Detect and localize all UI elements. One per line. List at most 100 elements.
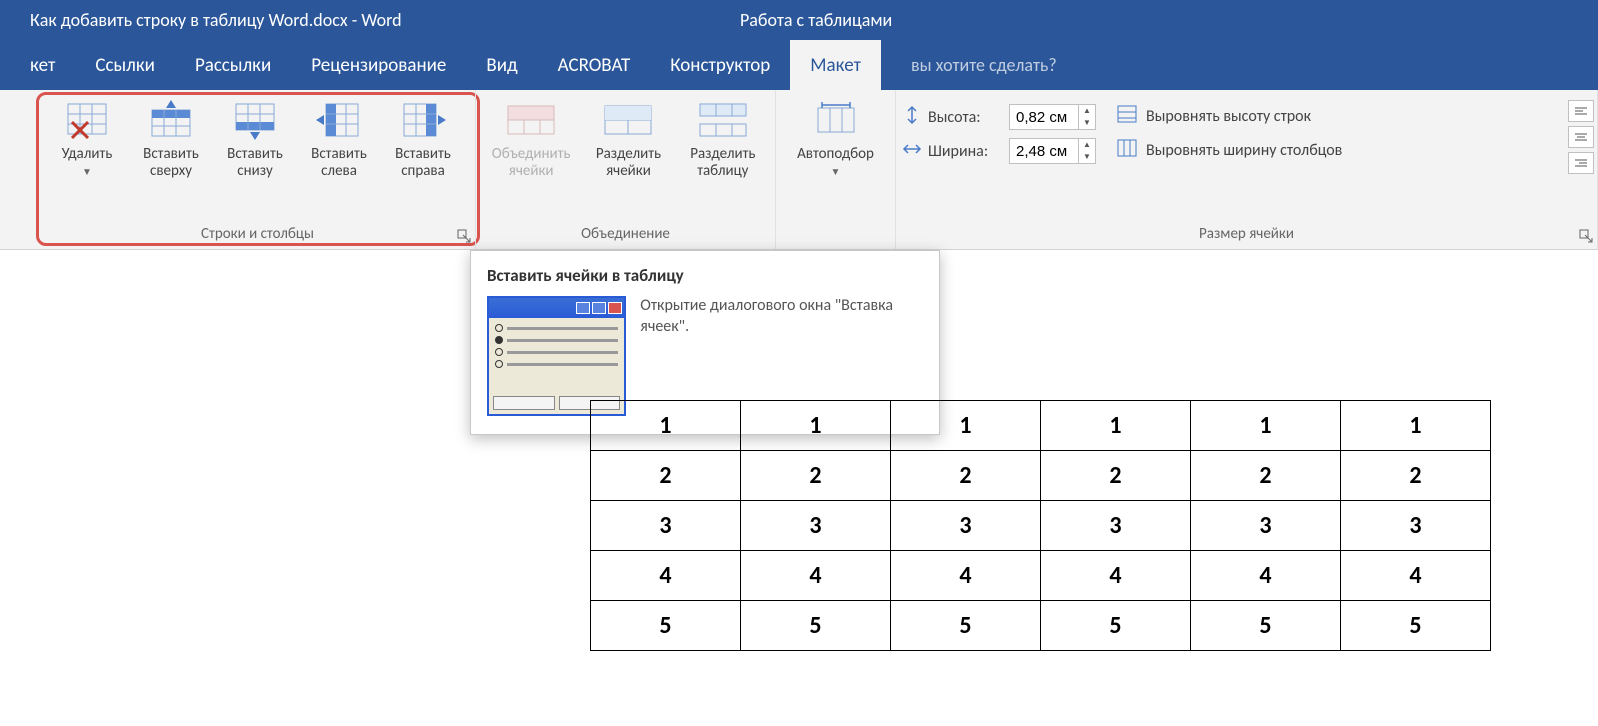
align-btn-1[interactable] xyxy=(1568,100,1594,122)
merge-cells-button: Объединить ячейки xyxy=(482,94,580,185)
table-cell[interactable]: 2 xyxy=(891,451,1041,501)
height-icon xyxy=(902,105,922,129)
insert-below-button[interactable]: Вставить снизу xyxy=(214,94,296,185)
insert-right-button[interactable]: Вставить справа xyxy=(382,94,464,185)
table-cell[interactable]: 4 xyxy=(591,551,741,601)
width-up[interactable]: ▲ xyxy=(1079,139,1095,151)
table-cell[interactable]: 4 xyxy=(1191,551,1341,601)
table-cell[interactable]: 3 xyxy=(891,501,1041,551)
table-cell[interactable]: 2 xyxy=(741,451,891,501)
delete-button[interactable]: Удалить▼ xyxy=(46,94,128,185)
insert-below-label: Вставить снизу xyxy=(216,146,294,181)
tell-me-input[interactable]: вы хотите сделать? xyxy=(911,40,1598,90)
table-cell[interactable]: 4 xyxy=(1341,551,1491,601)
delete-label: Удалить xyxy=(62,145,113,163)
width-spinner[interactable]: ▲▼ xyxy=(1009,138,1096,164)
width-input[interactable] xyxy=(1010,143,1078,160)
cell-size-dialog-launcher[interactable] xyxy=(1579,229,1593,243)
table-row[interactable]: 444444 xyxy=(591,551,1491,601)
delete-table-icon xyxy=(64,98,110,142)
group-cell-size: Высота: ▲▼ Ширина: ▲▼ xyxy=(896,90,1598,249)
table-row[interactable]: 222222 xyxy=(591,451,1491,501)
tooltip-thumbnail xyxy=(487,296,626,416)
autofit-label: Автоподбор xyxy=(797,145,874,163)
insert-above-label: Вставить сверху xyxy=(132,146,210,181)
group-autofit-label xyxy=(782,221,889,249)
table-cell[interactable]: 1 xyxy=(591,401,741,451)
table-cell[interactable]: 5 xyxy=(1341,601,1491,651)
merge-cells-icon xyxy=(506,98,556,142)
ribbon: Удалить▼ Вставить сверху xyxy=(0,90,1598,250)
table-cell[interactable]: 5 xyxy=(741,601,891,651)
insert-left-icon xyxy=(316,98,362,142)
alignment-buttons xyxy=(1568,100,1594,174)
table-cell[interactable]: 5 xyxy=(891,601,1041,651)
autofit-icon xyxy=(812,98,860,142)
table-cell[interactable]: 1 xyxy=(741,401,891,451)
tooltip-description: Открытие диалогового окна "Вставка ячеек… xyxy=(640,296,923,416)
width-icon xyxy=(902,139,922,163)
height-input[interactable] xyxy=(1010,109,1078,126)
contextual-tab-label: Работа с таблицами xyxy=(740,0,892,40)
split-table-button[interactable]: Разделить таблицу xyxy=(677,94,769,185)
table-cell[interactable]: 3 xyxy=(1041,501,1191,551)
table-cell[interactable]: 2 xyxy=(1191,451,1341,501)
group-merge: Объединить ячейки Разделить ячейки Разде… xyxy=(476,90,776,249)
tab-links[interactable]: Ссылки xyxy=(75,40,175,90)
insert-above-icon xyxy=(148,98,194,142)
height-up[interactable]: ▲ xyxy=(1079,105,1095,117)
distribute-rows-icon xyxy=(1116,104,1138,128)
distribute-cols-button[interactable]: Выровнять ширину столбцов xyxy=(1116,138,1342,162)
table-cell[interactable]: 3 xyxy=(741,501,891,551)
table-cell[interactable]: 3 xyxy=(1191,501,1341,551)
insert-right-label: Вставить справа xyxy=(384,146,462,181)
height-label: Высота: xyxy=(928,108,1003,127)
insert-left-button[interactable]: Вставить слева xyxy=(298,94,380,185)
align-btn-2[interactable] xyxy=(1568,126,1594,148)
table-cell[interactable]: 5 xyxy=(1191,601,1341,651)
tooltip-title: Вставить ячейки в таблицу xyxy=(487,265,923,286)
window-title: Как добавить строку в таблицу Word.docx … xyxy=(30,9,402,31)
table-cell[interactable]: 4 xyxy=(1041,551,1191,601)
tab-design[interactable]: Конструктор xyxy=(650,40,790,90)
table-row[interactable]: 111111 xyxy=(591,401,1491,451)
split-cells-label: Разделить ячейки xyxy=(584,146,672,181)
table-cell[interactable]: 2 xyxy=(591,451,741,501)
height-spinner[interactable]: ▲▼ xyxy=(1009,104,1096,130)
table-cell[interactable]: 4 xyxy=(741,551,891,601)
table-cell[interactable]: 3 xyxy=(1341,501,1491,551)
table-row[interactable]: 555555 xyxy=(591,601,1491,651)
table-cell[interactable]: 4 xyxy=(891,551,1041,601)
table-cell[interactable]: 1 xyxy=(891,401,1041,451)
table-cell[interactable]: 2 xyxy=(1341,451,1491,501)
table-cell[interactable]: 1 xyxy=(1341,401,1491,451)
table-cell[interactable]: 1 xyxy=(1191,401,1341,451)
tab-view[interactable]: Вид xyxy=(466,40,537,90)
table-cell[interactable]: 1 xyxy=(1041,401,1191,451)
height-down[interactable]: ▼ xyxy=(1079,117,1095,129)
table-row[interactable]: 333333 xyxy=(591,501,1491,551)
table-cell[interactable]: 2 xyxy=(1041,451,1191,501)
split-cells-button[interactable]: Разделить ячейки xyxy=(582,94,674,185)
insert-below-icon xyxy=(232,98,278,142)
tab-review[interactable]: Рецензирование xyxy=(291,40,466,90)
group-cell-size-label: Размер ячейки xyxy=(902,221,1591,249)
tab-acrobat[interactable]: ACROBAT xyxy=(538,40,651,90)
document-table[interactable]: 111111222222333333444444555555 xyxy=(590,400,1491,651)
insert-above-button[interactable]: Вставить сверху xyxy=(130,94,212,185)
align-btn-3[interactable] xyxy=(1568,152,1594,174)
table-cell[interactable]: 5 xyxy=(591,601,741,651)
width-label: Ширина: xyxy=(928,142,1003,161)
autofit-button[interactable]: Автоподбор▼ xyxy=(782,94,889,185)
insert-right-icon xyxy=(400,98,446,142)
table-cell[interactable]: 5 xyxy=(1041,601,1191,651)
rows-cols-dialog-launcher[interactable] xyxy=(457,229,471,243)
tab-layout[interactable]: Макет xyxy=(790,40,881,90)
tab-partial[interactable]: кет xyxy=(30,40,75,90)
table-cell[interactable]: 3 xyxy=(591,501,741,551)
tab-mailings[interactable]: Рассылки xyxy=(175,40,291,90)
distribute-rows-button[interactable]: Выровнять высоту строк xyxy=(1116,104,1342,128)
width-down[interactable]: ▼ xyxy=(1079,151,1095,163)
insert-left-label: Вставить слева xyxy=(300,146,378,181)
group-autofit: Автоподбор▼ xyxy=(776,90,896,249)
